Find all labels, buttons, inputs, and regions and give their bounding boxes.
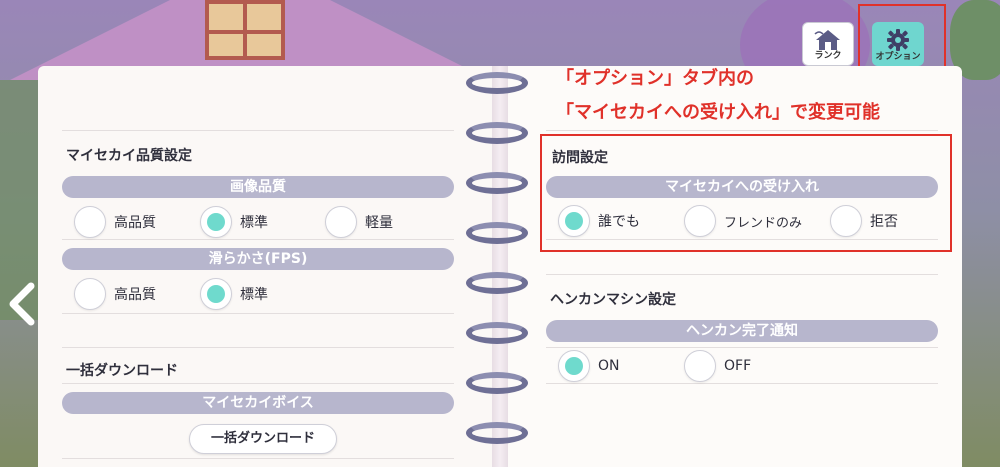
radio-label: ON: [598, 358, 620, 374]
divider: [62, 383, 454, 384]
divider: [546, 347, 938, 348]
divider: [546, 130, 938, 131]
bulk-download-button[interactable]: 一括ダウンロード: [189, 424, 337, 454]
rank-tab-label: ランク: [814, 51, 842, 61]
image-quality-option-light[interactable]: 軽量: [325, 206, 393, 238]
rank-tab-button[interactable]: ランク: [802, 22, 854, 66]
radio-label: 軽量: [365, 215, 393, 231]
divider: [62, 313, 454, 314]
download-section-title: 一括ダウンロード: [66, 363, 178, 379]
radio-label: 高品質: [114, 287, 156, 303]
voice-header: マイセカイボイス: [62, 392, 454, 414]
option-tab-button[interactable]: オプション: [872, 22, 924, 66]
radio-label: 高品質: [114, 215, 156, 231]
fps-header: 滑らかさ(FPS): [62, 248, 454, 270]
radio-label: 標準: [240, 215, 268, 231]
binder-ring: [466, 172, 528, 194]
image-quality-option-high[interactable]: 高品質: [74, 206, 156, 238]
henkan-notify-header: ヘンカン完了通知: [546, 320, 938, 342]
fps-option-high[interactable]: 高品質: [74, 278, 156, 310]
background-window: [205, 0, 285, 60]
gear-icon: [887, 29, 909, 51]
visit-highlight-box: [540, 134, 952, 252]
annotation-line-1: 「オプション」タブ内の: [556, 68, 754, 89]
binder-ring: [466, 122, 528, 144]
divider: [62, 458, 454, 459]
fps-option-standard[interactable]: 標準: [200, 278, 268, 310]
image-quality-header: 画像品質: [62, 176, 454, 198]
radio-button[interactable]: [74, 206, 106, 238]
image-quality-option-standard[interactable]: 標準: [200, 206, 268, 238]
binder-ring: [466, 272, 528, 294]
house-icon: [814, 30, 840, 50]
back-arrow-button[interactable]: [4, 280, 40, 328]
divider: [62, 130, 454, 131]
right-page: [500, 66, 962, 467]
divider: [62, 239, 454, 240]
radio-button[interactable]: [325, 206, 357, 238]
divider: [546, 383, 938, 384]
annotation-line-2: 「マイセカイへの受け入れ」で変更可能: [556, 102, 880, 123]
radio-label: OFF: [724, 358, 752, 374]
radio-button-selected[interactable]: [558, 350, 590, 382]
divider: [62, 347, 454, 348]
radio-button[interactable]: [74, 278, 106, 310]
radio-button-selected[interactable]: [200, 206, 232, 238]
chevron-left-icon: [9, 282, 35, 326]
henkan-notify-on[interactable]: ON: [558, 350, 620, 382]
quality-section-title: マイセカイ品質設定: [66, 148, 192, 164]
henkan-notify-off[interactable]: OFF: [684, 350, 751, 382]
divider: [546, 274, 938, 275]
henkan-section-title: ヘンカンマシン設定: [550, 292, 676, 308]
binder-ring: [466, 372, 528, 394]
option-tab-label: オプション: [875, 52, 921, 62]
binder-ring: [466, 222, 528, 244]
radio-button-selected[interactable]: [200, 278, 232, 310]
binder-ring: [466, 422, 528, 444]
radio-label: 標準: [240, 287, 268, 303]
binder-ring: [466, 322, 528, 344]
binder-ring: [466, 72, 528, 94]
radio-button[interactable]: [684, 350, 716, 382]
